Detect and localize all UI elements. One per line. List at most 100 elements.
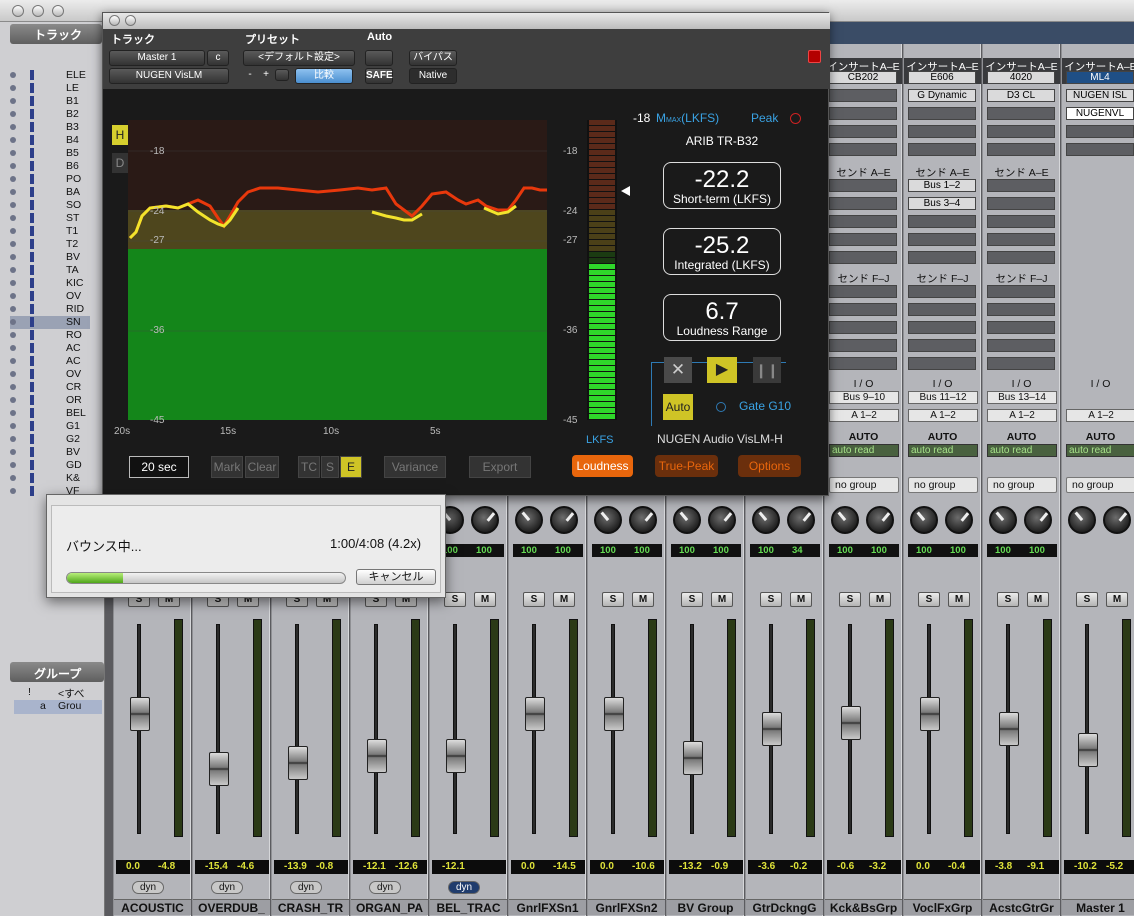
solo-button[interactable]: S <box>523 592 545 607</box>
track-name[interactable]: Kck&BsGrp <box>825 899 902 915</box>
dyn-button[interactable]: dyn <box>369 881 401 894</box>
send-slot[interactable] <box>908 321 976 334</box>
cancel-button[interactable]: キャンセル <box>356 569 436 585</box>
tab-options[interactable]: Options <box>738 455 801 477</box>
solo-button[interactable]: S <box>444 592 466 607</box>
pan-right-knob[interactable] <box>471 506 499 534</box>
track-list-item[interactable]: ELE <box>10 69 90 82</box>
dyn-button[interactable]: dyn <box>290 881 322 894</box>
track-name[interactable]: OVERDUB_ <box>193 899 270 915</box>
export-button[interactable]: Export <box>469 456 531 478</box>
group-row-a[interactable]: a Grou <box>14 700 102 714</box>
send-slot[interactable] <box>829 321 897 334</box>
track-list-item[interactable]: CR <box>10 381 90 394</box>
volume-fader[interactable] <box>762 712 782 746</box>
plugin-min-button[interactable] <box>125 15 136 26</box>
duration-field[interactable]: 20 sec <box>129 456 189 478</box>
input-selector[interactable]: Bus 11–12 <box>908 391 978 404</box>
track-list-item[interactable]: K& <box>10 472 90 485</box>
mute-button[interactable]: M <box>474 592 496 607</box>
track-list-item[interactable]: BA <box>10 186 90 199</box>
pan-left-knob[interactable] <box>910 506 938 534</box>
track-list-item[interactable]: KIC <box>10 277 90 290</box>
mute-button[interactable]: M <box>790 592 812 607</box>
tc-button[interactable]: TC <box>298 456 320 478</box>
volume-fader[interactable] <box>604 697 624 731</box>
compare-button[interactable]: 比較 <box>295 68 353 84</box>
track-list-item[interactable]: ST <box>10 212 90 225</box>
tab-true-peak[interactable]: True-Peak <box>655 455 718 477</box>
insert-slot[interactable]: NUGEN ISL <box>1066 89 1134 102</box>
h-button[interactable]: H <box>112 125 128 145</box>
track-list-item[interactable]: B4 <box>10 134 90 147</box>
track-list-item[interactable]: B6 <box>10 160 90 173</box>
dyn-button[interactable]: dyn <box>211 881 243 894</box>
solo-button[interactable]: S <box>1076 592 1098 607</box>
volume-fader[interactable] <box>841 706 861 740</box>
track-name[interactable]: Master 1 <box>1062 899 1134 915</box>
safe-button[interactable]: SAFE <box>365 68 393 84</box>
track-name[interactable]: ACOUSTIC <box>114 899 191 915</box>
bypass-button[interactable]: バイパス <box>409 50 457 66</box>
pan-left-knob[interactable] <box>594 506 622 534</box>
insert-slot[interactable]: D3 CL <box>987 89 1055 102</box>
pan-left-knob[interactable] <box>515 506 543 534</box>
group-selector[interactable]: no group <box>987 477 1057 493</box>
insert-slot[interactable] <box>829 125 897 138</box>
insert-slot[interactable] <box>829 89 897 102</box>
volume-fader[interactable] <box>446 739 466 773</box>
track-name[interactable]: GnrlFXSn1 <box>509 899 586 915</box>
send-slot[interactable] <box>829 357 897 370</box>
insert-slot[interactable] <box>987 143 1055 156</box>
insert-slot[interactable] <box>1066 143 1134 156</box>
track-list-item[interactable]: OV <box>10 290 90 303</box>
automation-mode-selector[interactable]: auto read <box>908 444 978 457</box>
track-name[interactable]: BEL_TRAC <box>430 899 507 915</box>
automation-mode-selector[interactable]: auto read <box>1066 444 1134 457</box>
d-button[interactable]: D <box>112 153 128 173</box>
mute-button[interactable]: M <box>553 592 575 607</box>
volume-fader[interactable] <box>130 697 150 731</box>
mute-button[interactable]: M <box>948 592 970 607</box>
send-slot[interactable] <box>987 251 1055 264</box>
zoom-window-button[interactable] <box>52 5 64 17</box>
track-list-item[interactable]: TA <box>10 264 90 277</box>
gate-toggle[interactable] <box>716 402 726 412</box>
send-slot[interactable] <box>987 339 1055 352</box>
automation-mode-selector[interactable]: auto read <box>987 444 1057 457</box>
pan-left-knob[interactable] <box>752 506 780 534</box>
insert-slot[interactable] <box>829 143 897 156</box>
send-slot[interactable] <box>908 357 976 370</box>
insert-slot[interactable] <box>829 107 897 120</box>
insert-slot[interactable]: CB202 <box>829 71 897 84</box>
mute-button[interactable]: M <box>1106 592 1128 607</box>
volume-fader[interactable] <box>209 752 229 786</box>
pan-left-knob[interactable] <box>989 506 1017 534</box>
track-selector[interactable]: Master 1 <box>109 50 205 66</box>
track-list-item[interactable]: B2 <box>10 108 90 121</box>
insert-slot[interactable]: ML4 <box>1066 71 1134 84</box>
send-slot[interactable] <box>987 179 1055 192</box>
volume-fader[interactable] <box>999 712 1019 746</box>
dyn-button[interactable]: dyn <box>448 881 480 894</box>
send-slot[interactable]: Bus 3–4 <box>908 197 976 210</box>
peak-indicator[interactable] <box>790 113 801 124</box>
send-slot[interactable] <box>908 339 976 352</box>
mute-button[interactable]: M <box>1027 592 1049 607</box>
track-list-item[interactable]: AC <box>10 342 90 355</box>
send-slot[interactable] <box>829 303 897 316</box>
mute-button[interactable]: M <box>711 592 733 607</box>
track-name[interactable]: ORGAN_PA <box>351 899 428 915</box>
send-slot[interactable] <box>908 233 976 246</box>
volume-fader[interactable] <box>920 697 940 731</box>
track-list-item[interactable]: BEL <box>10 407 90 420</box>
send-slot[interactable] <box>908 215 976 228</box>
automation-button[interactable] <box>365 50 393 66</box>
send-slot[interactable] <box>908 285 976 298</box>
track-list-item[interactable]: GD <box>10 459 90 472</box>
insert-slot[interactable]: 4020 <box>987 71 1055 84</box>
pan-right-knob[interactable] <box>787 506 815 534</box>
solo-button[interactable]: S <box>760 592 782 607</box>
track-list-item[interactable]: B5 <box>10 147 90 160</box>
track-list-item[interactable]: B3 <box>10 121 90 134</box>
